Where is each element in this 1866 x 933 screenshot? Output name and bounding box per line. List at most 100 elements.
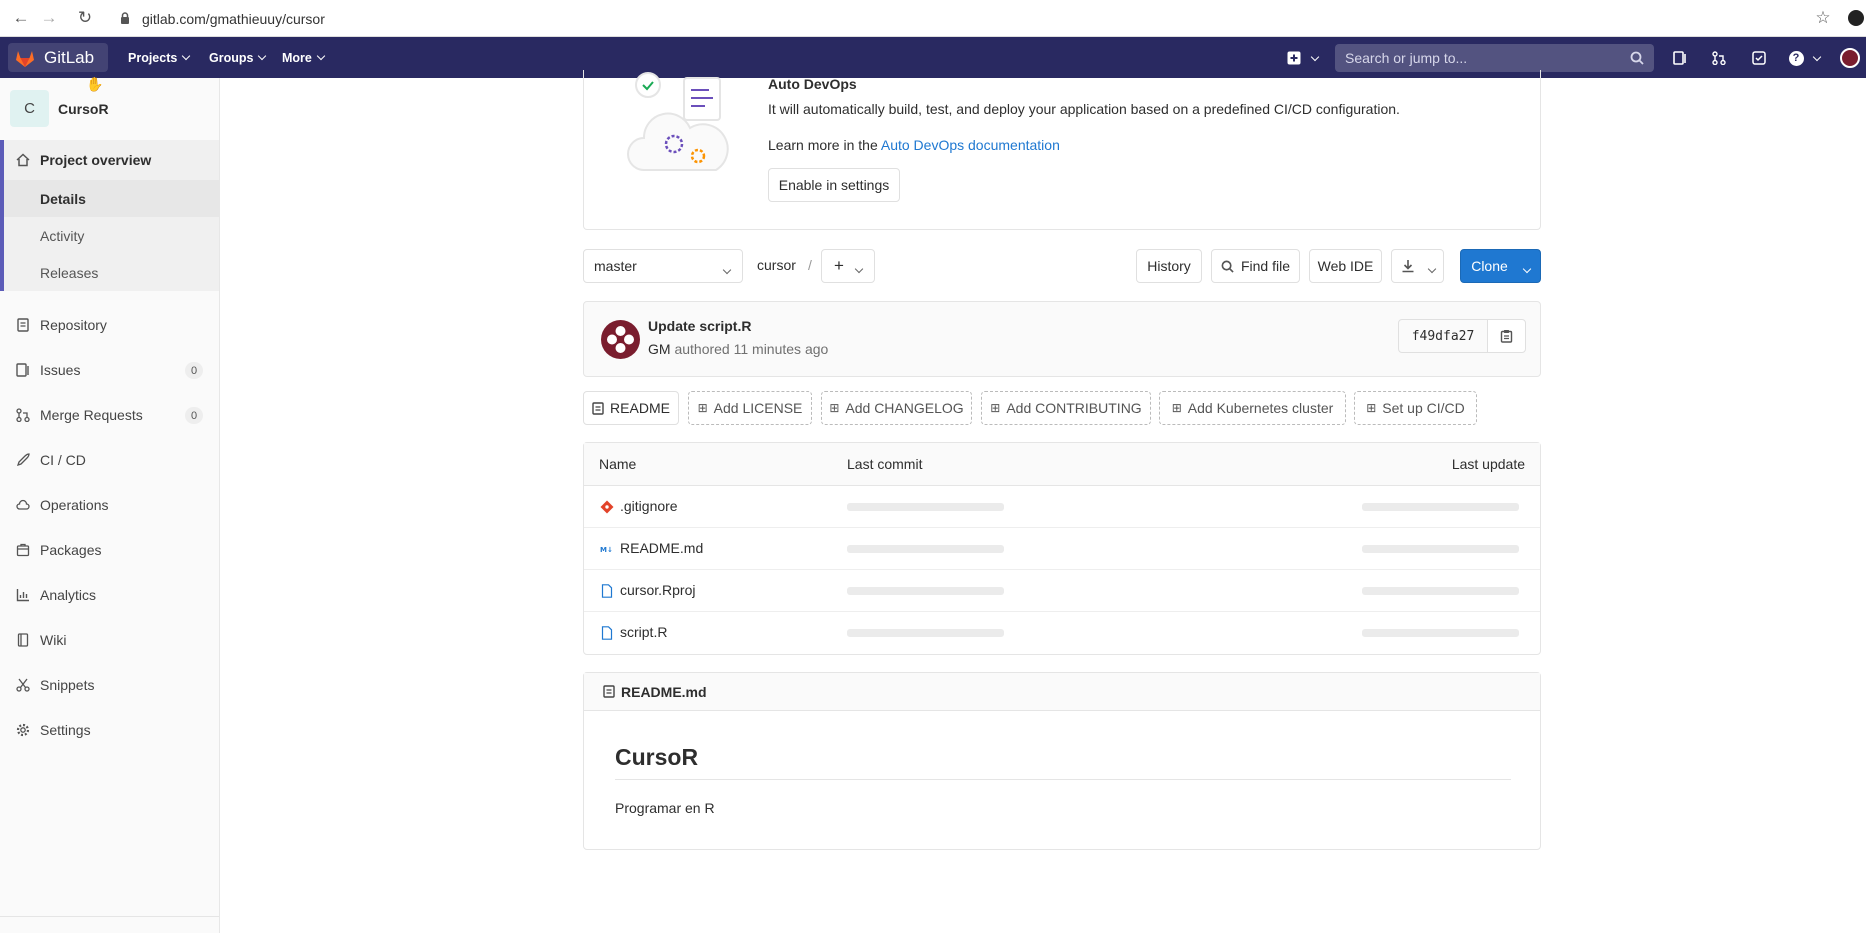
help-icon[interactable]: ? xyxy=(1786,48,1806,68)
rocket-icon xyxy=(16,453,30,467)
project-header[interactable]: C CursoR xyxy=(10,90,109,127)
chevron-down-icon xyxy=(1518,259,1532,275)
readme-header: README.md xyxy=(584,673,1540,711)
gitlab-logo[interactable]: GitLab xyxy=(8,43,108,72)
commit-title[interactable]: Update script.R xyxy=(648,318,751,334)
add-license-button[interactable]: ⊞ Add LICENSE xyxy=(688,391,812,425)
sidebar-sub-details[interactable]: Details xyxy=(0,180,219,217)
file-name[interactable]: script.R xyxy=(620,624,667,640)
table-row[interactable]: script.R xyxy=(584,612,1540,654)
file-tree-table: Name Last commit Last update .gitignore … xyxy=(583,442,1541,655)
nav-groups[interactable]: Groups xyxy=(209,37,267,78)
readme-panel: README.md CursoR Programar en R xyxy=(583,672,1541,850)
issues-count-badge: 0 xyxy=(185,362,203,379)
history-button[interactable]: History xyxy=(1136,249,1202,283)
commit-author-avatar[interactable] xyxy=(601,320,640,359)
sidebar-item-issues[interactable]: Issues 0 xyxy=(0,350,219,390)
file-name[interactable]: README.md xyxy=(620,540,703,556)
address-bar[interactable]: gitlab.com/gmathieuuy/cursor xyxy=(142,0,325,37)
plus-square-icon: ⊞ xyxy=(1171,401,1182,415)
sidebar-item-analytics[interactable]: Analytics xyxy=(0,575,219,615)
commit-sha[interactable]: f49dfa27 xyxy=(1398,319,1488,353)
table-row[interactable]: M↓ README.md xyxy=(584,528,1540,570)
sidebar-sub-releases[interactable]: Releases xyxy=(0,254,219,291)
user-avatar[interactable] xyxy=(1840,48,1860,68)
enable-in-settings-button[interactable]: Enable in settings xyxy=(768,168,900,202)
auto-devops-learn-more: Learn more in the Auto DevOps documentat… xyxy=(768,137,1060,153)
loading-placeholder xyxy=(847,587,1004,595)
sidebar-item-snippets[interactable]: Snippets xyxy=(0,665,219,705)
chevron-down-icon[interactable] xyxy=(1804,48,1824,68)
auto-devops-docs-link[interactable]: Auto DevOps documentation xyxy=(881,137,1060,153)
copy-sha-button[interactable] xyxy=(1487,319,1526,353)
auto-devops-illustration xyxy=(627,72,729,171)
loading-placeholder xyxy=(1362,545,1519,553)
sidebar-item-repository[interactable]: Repository xyxy=(0,305,219,345)
clone-dropdown[interactable]: Clone xyxy=(1460,249,1541,283)
breadcrumb-path[interactable]: cursor xyxy=(757,257,796,273)
table-row[interactable]: cursor.Rproj xyxy=(584,570,1540,612)
nav-more[interactable]: More xyxy=(282,37,326,78)
add-changelog-label: Add CHANGELOG xyxy=(845,400,964,416)
web-ide-button[interactable]: Web IDE xyxy=(1309,249,1382,283)
file-name[interactable]: cursor.Rproj xyxy=(620,582,695,598)
issues-icon[interactable] xyxy=(1670,48,1690,68)
setup-ci-cd-button[interactable]: ⊞ Set up CI/CD xyxy=(1354,391,1477,425)
search-icon xyxy=(1221,260,1234,273)
doc-icon xyxy=(17,318,29,332)
readme-link[interactable]: README xyxy=(583,391,679,425)
sidebar-item-packages[interactable]: Packages xyxy=(0,530,219,570)
new-item-icon[interactable] xyxy=(1284,48,1304,68)
forward-icon[interactable]: → xyxy=(38,8,60,28)
sidebar-item-operations[interactable]: Operations xyxy=(0,485,219,525)
loading-placeholder xyxy=(847,503,1004,511)
todo-icon[interactable] xyxy=(1749,48,1769,68)
add-contributing-button[interactable]: ⊞ Add CONTRIBUTING xyxy=(981,391,1151,425)
cursor-hand-icon: ✋ xyxy=(86,76,104,92)
add-kubernetes-button[interactable]: ⊞ Add Kubernetes cluster xyxy=(1159,391,1346,425)
file-icon xyxy=(601,584,613,598)
plus-square-icon: ⊞ xyxy=(697,401,708,415)
table-row[interactable]: .gitignore xyxy=(584,486,1540,528)
sidebar-item-label: Settings xyxy=(40,722,91,738)
chevron-down-icon[interactable] xyxy=(1302,48,1322,68)
readme-link-label: README xyxy=(610,400,670,416)
readme-file-label[interactable]: README.md xyxy=(621,684,707,700)
plus-square-icon: ⊞ xyxy=(990,401,1001,415)
branch-select[interactable]: master xyxy=(583,249,743,283)
tanuki-icon xyxy=(16,50,34,67)
search-icon xyxy=(1630,51,1644,65)
sidebar-item-label: Snippets xyxy=(40,677,95,693)
add-kubernetes-label: Add Kubernetes cluster xyxy=(1187,400,1334,416)
loading-placeholder xyxy=(1362,503,1519,511)
clipboard-icon xyxy=(1500,330,1513,343)
sidebar-item-ci-cd[interactable]: CI / CD xyxy=(0,440,219,480)
package-icon xyxy=(16,543,30,557)
find-file-button[interactable]: Find file xyxy=(1211,249,1300,283)
sidebar-item-merge-requests[interactable]: Merge Requests 0 xyxy=(0,395,219,435)
nav-projects[interactable]: Projects xyxy=(128,37,191,78)
reload-icon[interactable]: ↻ xyxy=(74,8,96,28)
file-name[interactable]: .gitignore xyxy=(620,498,678,514)
loading-placeholder xyxy=(847,629,1004,637)
profile-icon[interactable] xyxy=(1846,8,1866,28)
mr-count-badge: 0 xyxy=(185,407,203,424)
sidebar-item-wiki[interactable]: Wiki xyxy=(0,620,219,660)
chevron-down-icon xyxy=(850,259,864,275)
star-icon[interactable]: ☆ xyxy=(1812,8,1834,28)
sidebar-item-project-overview[interactable]: Project overview xyxy=(0,140,219,180)
add-file-dropdown[interactable]: + xyxy=(821,249,875,283)
sidebar-sub-activity[interactable]: Activity xyxy=(0,217,219,254)
brand-label: GitLab xyxy=(44,47,95,67)
search-input[interactable]: Search or jump to... xyxy=(1335,44,1654,72)
file-icon xyxy=(601,626,613,640)
back-icon[interactable]: ← xyxy=(10,8,32,28)
column-last-commit: Last commit xyxy=(847,456,923,472)
sidebar-item-label: Packages xyxy=(40,542,102,558)
merge-request-icon[interactable] xyxy=(1709,48,1729,68)
download-dropdown[interactable] xyxy=(1391,249,1444,283)
book-icon xyxy=(17,633,29,647)
add-changelog-button[interactable]: ⊞ Add CHANGELOG xyxy=(821,391,972,425)
commit-author[interactable]: GM xyxy=(648,341,671,357)
sidebar-item-settings[interactable]: Settings xyxy=(0,710,219,750)
